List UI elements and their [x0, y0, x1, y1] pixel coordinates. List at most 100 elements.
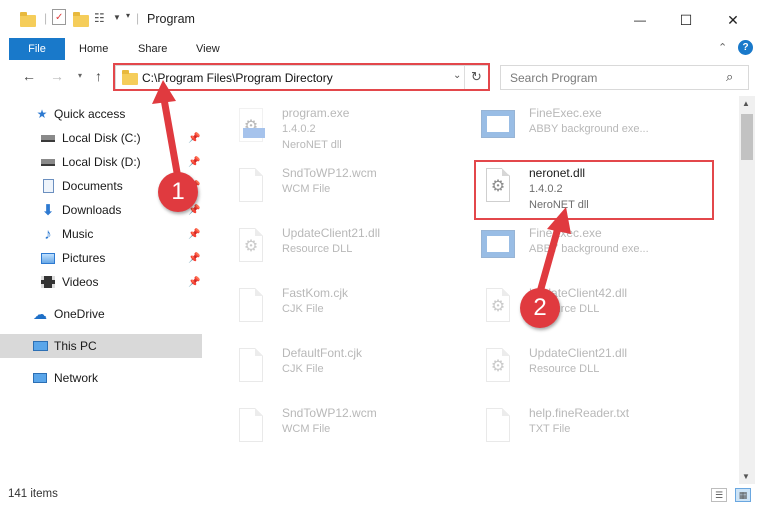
- dropdown-arrow-icon[interactable]: ▾: [126, 11, 130, 29]
- maximize-button[interactable]: ☐: [666, 6, 706, 34]
- file-item[interactable]: ⚙ UpdateClient42.dll Resource DLL: [478, 282, 728, 334]
- sidebar-item-local-disk-d[interactable]: Local Disk (D:) 📌: [0, 150, 202, 174]
- sidebar-item-label: Local Disk (C:): [62, 131, 141, 145]
- file-description: NeroNET dll: [282, 139, 342, 151]
- pin-icon[interactable]: 📌: [188, 157, 200, 168]
- file-type: Resource DLL: [282, 243, 353, 255]
- search-placeholder: Search Program: [510, 71, 598, 85]
- cloud-icon: ☁: [33, 305, 47, 322]
- file-type: Resource DLL: [529, 363, 600, 375]
- sidebar-item-label: Local Disk (D:): [62, 155, 141, 169]
- file-item[interactable]: help.fineReader.txt TXT File: [478, 402, 728, 454]
- forward-arrow-icon[interactable]: →: [50, 68, 64, 84]
- tab-view[interactable]: View: [196, 38, 220, 60]
- sidebar-item-this-pc[interactable]: This PC: [0, 334, 202, 358]
- folder-icon: [20, 12, 36, 27]
- separator: |: [44, 11, 48, 25]
- drive-icon: [40, 130, 56, 146]
- file-item[interactable]: ⚙ UpdateClient21.dll Resource DLL: [231, 222, 481, 274]
- document-file-icon: [231, 164, 269, 210]
- file-type: ABBY background exe...: [529, 243, 649, 255]
- sidebar-item-label: Videos: [62, 275, 99, 289]
- tiles-view-icon[interactable]: ▦: [735, 488, 751, 502]
- documents-icon: [40, 178, 56, 194]
- sidebar-item-network[interactable]: Network: [0, 366, 202, 390]
- callout-badge-2: 2: [520, 288, 560, 328]
- sidebar-item-music[interactable]: ♪ Music 📌: [0, 222, 202, 246]
- recent-locations-icon[interactable]: ▾: [78, 71, 82, 80]
- app-file-icon: [478, 224, 516, 270]
- help-icon[interactable]: ?: [738, 40, 753, 55]
- file-item[interactable]: FineExec.exe ABBY background exe...: [478, 222, 728, 274]
- file-name: FineExec.exe: [529, 106, 602, 120]
- back-arrow-icon[interactable]: ←: [22, 68, 36, 84]
- sidebar-item-pictures[interactable]: Pictures 📌: [0, 246, 202, 270]
- sidebar-item-local-disk-c[interactable]: Local Disk (C:) 📌: [0, 126, 202, 150]
- file-item[interactable]: SndToWP12.wcm WCM File: [231, 162, 481, 214]
- search-input[interactable]: Search Program ⌕: [500, 65, 749, 90]
- pin-icon[interactable]: 📌: [188, 133, 200, 144]
- chevron-down-icon[interactable]: ▼: [113, 13, 121, 31]
- pin-icon[interactable]: 📌: [188, 253, 200, 264]
- download-icon: ⬇: [41, 202, 55, 219]
- star-icon: ★: [36, 107, 48, 121]
- address-highlight-box: [113, 63, 490, 91]
- file-name: UpdateClient21.dll: [282, 226, 381, 240]
- minimize-button[interactable]: —: [620, 6, 660, 34]
- file-name: help.fineReader.txt: [529, 406, 630, 420]
- navigation-pane: ★ Quick access Local Disk (C:) 📌 Local D…: [0, 96, 205, 476]
- file-list: ⚙ program.exe 1.4.0.2 NeroNET dll FineEx…: [205, 96, 738, 476]
- file-item[interactable]: FineExec.exe ABBY background exe...: [478, 102, 728, 154]
- file-version: 1.4.0.2: [282, 123, 316, 135]
- file-item[interactable]: SndToWP12.wcm WCM File: [231, 402, 481, 454]
- videos-icon: [40, 274, 56, 290]
- music-icon: ♪: [44, 225, 52, 243]
- file-item[interactable]: ⚙ UpdateClient21.dll Resource DLL: [478, 342, 728, 394]
- callout-badge-1: 1: [158, 172, 198, 212]
- scroll-up-icon[interactable]: ▲: [742, 99, 750, 108]
- tab-home[interactable]: Home: [79, 38, 108, 60]
- new-folder-icon[interactable]: [73, 12, 89, 27]
- file-item[interactable]: DefaultFont.cjk CJK File: [231, 342, 481, 394]
- scrollbar-thumb[interactable]: [741, 114, 753, 160]
- tab-file[interactable]: File: [9, 38, 65, 60]
- pin-icon[interactable]: 📌: [188, 229, 200, 240]
- file-item[interactable]: ⚙ program.exe 1.4.0.2 NeroNET dll: [231, 102, 481, 154]
- close-button[interactable]: ✕: [713, 6, 753, 34]
- status-bar: 141 items ☰ ▦: [0, 486, 769, 506]
- file-item[interactable]: FastKom.cjk CJK File: [231, 282, 481, 334]
- file-highlight-box: [474, 160, 714, 220]
- details-view-icon[interactable]: ☰: [711, 488, 727, 502]
- file-type: CJK File: [282, 363, 324, 375]
- dll-file-icon: ⚙: [231, 224, 269, 270]
- network-icon: [32, 370, 48, 386]
- file-type: WCM File: [282, 183, 331, 195]
- sidebar-item-label: Quick access: [54, 107, 126, 121]
- sidebar-item-videos[interactable]: Videos 📌: [0, 270, 202, 294]
- file-name: SndToWP12.wcm: [282, 406, 377, 420]
- item-count: 141 items: [8, 488, 58, 500]
- sidebar-item-onedrive[interactable]: ☁ OneDrive: [0, 302, 202, 326]
- sidebar-item-label: OneDrive: [54, 307, 105, 321]
- file-type: WCM File: [282, 423, 331, 435]
- scroll-down-icon[interactable]: ▼: [742, 472, 750, 481]
- file-type: TXT File: [529, 423, 571, 435]
- sidebar-item-quick-access[interactable]: ★ Quick access: [0, 102, 202, 126]
- up-arrow-icon[interactable]: ↑: [95, 68, 102, 84]
- chevron-up-icon[interactable]: ⌃: [718, 41, 727, 54]
- properties-icon[interactable]: ✓: [52, 9, 66, 25]
- address-row: ← → ▾ ↑ C:\Program Files\Program Directo…: [0, 62, 769, 94]
- pin-icon[interactable]: 📌: [188, 277, 200, 288]
- vertical-scrollbar[interactable]: ▲ ▼: [739, 96, 755, 484]
- exe-file-icon: ⚙: [231, 104, 269, 150]
- window-title: Program: [147, 12, 195, 26]
- customize-toolbar-icon[interactable]: ☷: [94, 11, 105, 29]
- search-icon[interactable]: ⌕: [726, 69, 733, 85]
- drive-icon: [40, 154, 56, 170]
- separator: |: [136, 11, 140, 25]
- tab-share[interactable]: Share: [138, 38, 167, 60]
- sidebar-item-label: Documents: [62, 179, 123, 193]
- dll-file-icon: ⚙: [478, 344, 516, 390]
- file-name: program.exe: [282, 106, 350, 120]
- file-name: UpdateClient21.dll: [529, 346, 628, 360]
